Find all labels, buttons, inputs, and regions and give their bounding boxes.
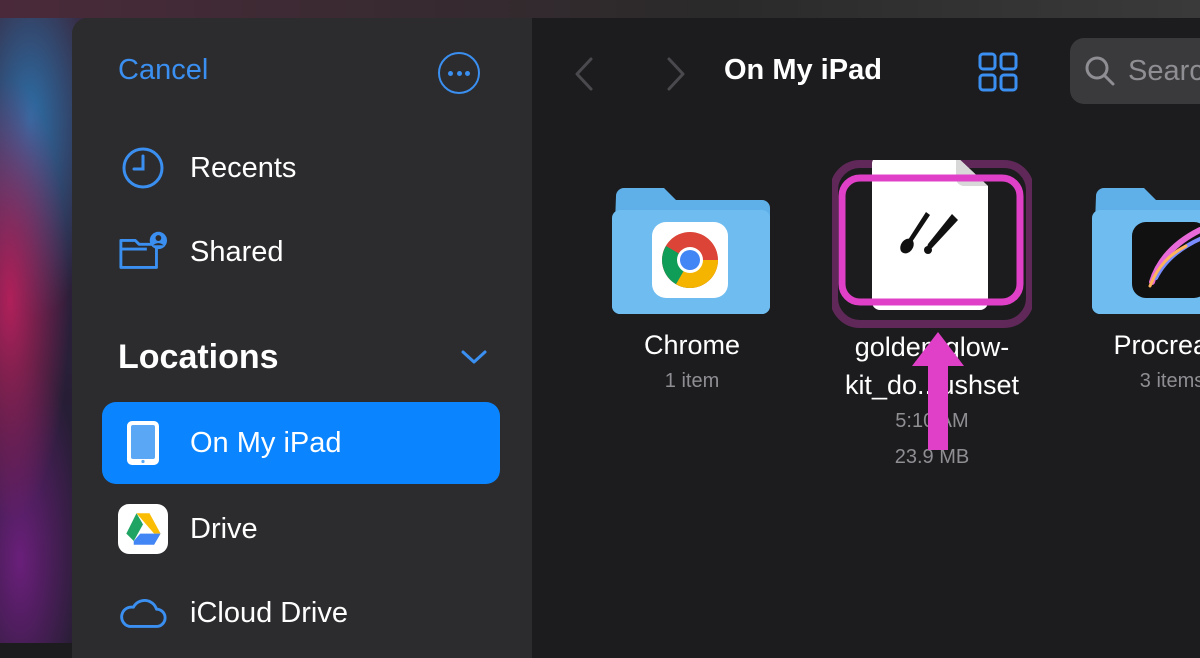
cloud-icon xyxy=(118,588,168,638)
clock-icon xyxy=(118,143,168,193)
grid-view-icon[interactable] xyxy=(978,52,1018,97)
page-title: On My iPad xyxy=(724,54,882,86)
more-dot xyxy=(448,71,453,76)
file-meta: 1 item xyxy=(664,370,720,392)
google-drive-icon xyxy=(118,504,168,554)
search-field[interactable]: Search xyxy=(1070,38,1200,104)
sidebar-item-shared[interactable]: Shared xyxy=(118,227,284,277)
procreate-folder[interactable] xyxy=(1090,186,1200,316)
background-strip xyxy=(0,0,1200,18)
sidebar-item-label: Shared xyxy=(190,235,284,268)
cancel-button[interactable]: Cancel xyxy=(118,54,208,87)
more-options-button[interactable] xyxy=(438,52,480,94)
folder-icon xyxy=(612,188,770,314)
sidebar-item-on-my-ipad[interactable]: On My iPad xyxy=(118,418,342,468)
file-name: Procreate xyxy=(1113,330,1200,360)
file-meta: 3 items xyxy=(1139,370,1200,392)
file-browser: On My iPad Search xyxy=(532,18,1200,658)
chevron-down-icon[interactable] xyxy=(460,348,488,371)
sidebar-item-label: iCloud Drive xyxy=(190,596,348,629)
brushset-file[interactable] xyxy=(830,156,1034,330)
sidebar-item-label: On My iPad xyxy=(190,426,342,459)
sidebar-item-label: Recents xyxy=(190,151,297,184)
folder-icon xyxy=(1092,188,1200,314)
file-picker-sheet: Cancel Recents Shared Locations On My iP… xyxy=(72,18,1200,658)
shared-folder-icon xyxy=(118,227,168,277)
sidebar-item-label: Drive xyxy=(190,512,258,545)
back-chevron-icon[interactable] xyxy=(572,56,596,97)
search-placeholder: Search xyxy=(1128,54,1200,87)
sidebar: Cancel Recents Shared Locations On My iP… xyxy=(72,18,532,658)
ipad-icon xyxy=(118,418,168,468)
file-name: Chrome xyxy=(643,330,741,360)
sidebar-item-icloud-drive[interactable]: iCloud Drive xyxy=(118,588,348,638)
document-icon xyxy=(830,156,1034,328)
locations-heading: Locations xyxy=(118,338,279,376)
more-dot xyxy=(465,71,470,76)
sidebar-item-recents[interactable]: Recents xyxy=(118,143,296,193)
more-dot xyxy=(456,71,462,76)
search-icon xyxy=(1084,55,1116,87)
up-arrow-annotation-icon xyxy=(908,328,968,459)
sidebar-item-drive[interactable]: Drive xyxy=(118,504,258,554)
forward-chevron-icon[interactable] xyxy=(664,56,688,97)
chrome-folder[interactable] xyxy=(610,186,772,316)
